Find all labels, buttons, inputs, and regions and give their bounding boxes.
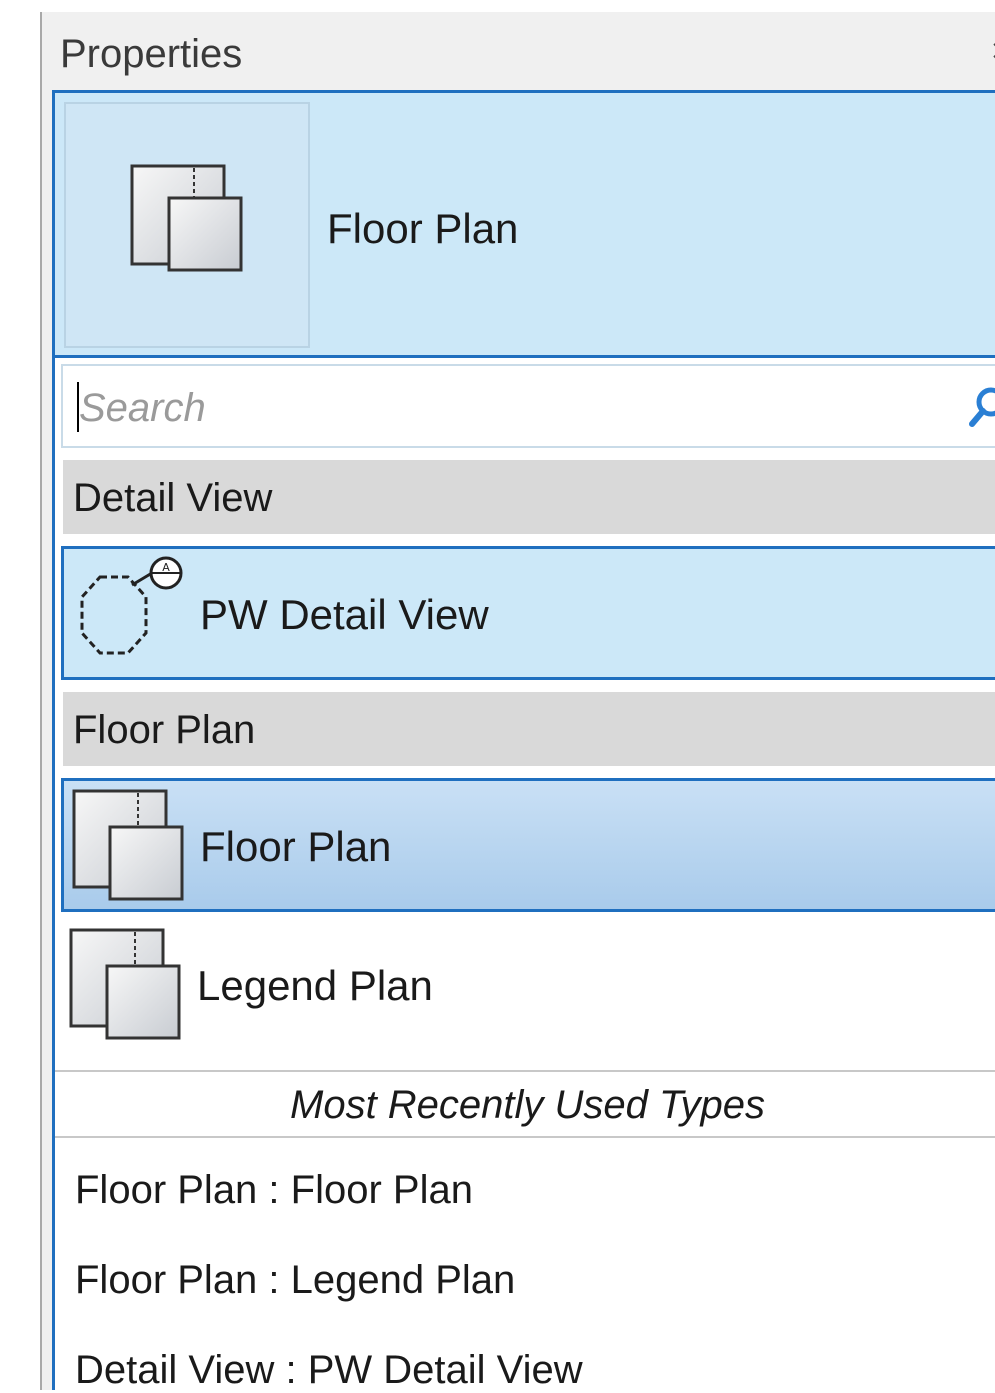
type-item-pw-detail-view[interactable]: A PW Detail View bbox=[61, 546, 995, 680]
properties-panel: Properties × Floor Plan bbox=[40, 12, 995, 1393]
current-type-name: Floor Plan bbox=[327, 205, 519, 252]
mru-title: Most Recently Used Types bbox=[290, 1083, 765, 1127]
search-box[interactable] bbox=[61, 364, 995, 448]
type-item-label: Legend Plan bbox=[197, 962, 433, 1009]
type-selector[interactable]: Floor Plan bbox=[52, 90, 995, 358]
svg-text:A: A bbox=[162, 561, 170, 574]
divider bbox=[55, 1070, 995, 1072]
type-item-label: PW Detail View bbox=[200, 591, 489, 638]
type-preview bbox=[64, 102, 310, 348]
search-input[interactable] bbox=[77, 378, 941, 438]
search-icon[interactable] bbox=[969, 384, 995, 432]
panel-title-bar: Properties × bbox=[42, 12, 995, 90]
group-header-label: Detail View bbox=[73, 476, 273, 520]
divider bbox=[55, 1136, 995, 1138]
type-item-label: Floor Plan bbox=[200, 823, 392, 870]
floor-plan-icon bbox=[130, 164, 243, 272]
floor-plan-icon bbox=[69, 928, 181, 1040]
type-item-legend-plan[interactable]: Legend Plan bbox=[61, 920, 995, 1054]
group-header-floor-plan: Floor Plan bbox=[63, 692, 995, 766]
mru-item[interactable]: Detail View : PW Detail View bbox=[75, 1348, 583, 1393]
group-header-detail-view: Detail View bbox=[63, 460, 995, 534]
text-caret bbox=[77, 382, 79, 432]
type-dropdown: Detail View A PW Detail View Floor Plan bbox=[52, 358, 995, 1393]
mru-item[interactable]: Floor Plan : Legend Plan bbox=[75, 1258, 515, 1303]
group-header-label: Floor Plan bbox=[73, 708, 256, 752]
type-item-floor-plan[interactable]: Floor Plan bbox=[61, 778, 995, 912]
close-icon[interactable]: × bbox=[991, 36, 995, 66]
detail-view-icon: A bbox=[80, 556, 183, 655]
mru-item[interactable]: Floor Plan : Floor Plan bbox=[75, 1168, 473, 1213]
floor-plan-icon bbox=[72, 789, 184, 901]
panel-title: Properties bbox=[60, 32, 243, 76]
